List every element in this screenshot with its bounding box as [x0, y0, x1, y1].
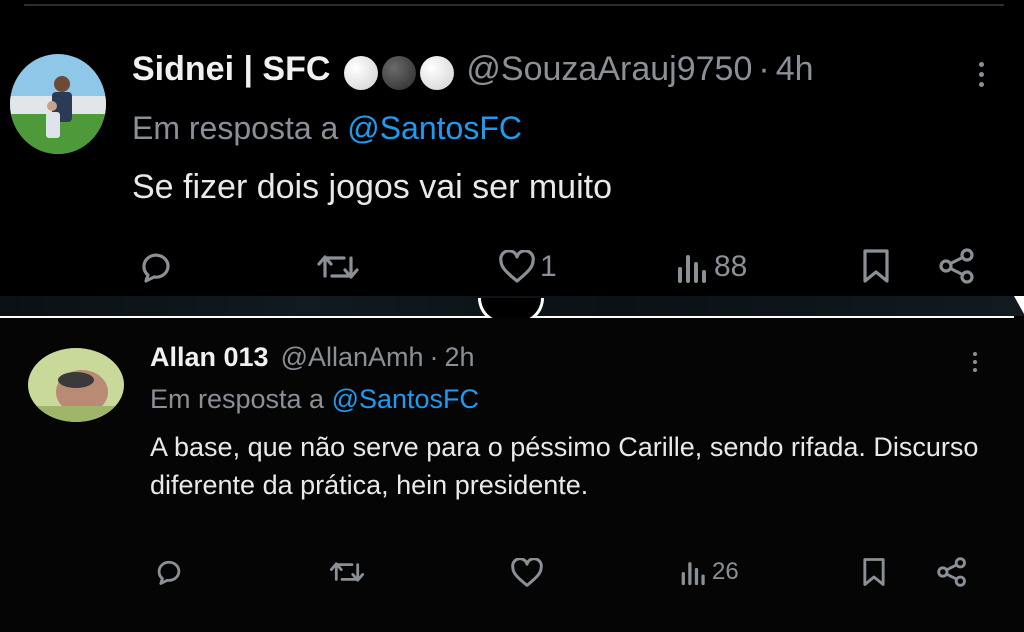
like-count: 1	[540, 250, 557, 283]
reply-prefix: Em resposta a	[150, 384, 325, 414]
emoji-badges	[344, 56, 455, 90]
views-count: 26	[712, 558, 739, 585]
reply-button[interactable]	[138, 250, 178, 284]
repost-button[interactable]	[316, 250, 364, 284]
separator: ·	[429, 342, 439, 372]
reply-button[interactable]	[154, 558, 188, 586]
views-count: 88	[714, 250, 748, 283]
user-handle[interactable]: @AllanAmh	[281, 342, 424, 373]
tweet-allan[interactable]: Allan 013 @AllanAmh · 2h Em resposta a @…	[0, 318, 1024, 632]
avatar[interactable]	[28, 348, 124, 422]
tweet-header: Allan 013 @AllanAmh · 2h	[150, 342, 475, 380]
user-handle[interactable]: @SouzaArauj9750	[466, 50, 752, 89]
display-name[interactable]: Sidnei | SFC	[132, 50, 330, 89]
heart-icon	[511, 558, 543, 587]
white-circle-icon	[420, 56, 455, 90]
tweet-text: A base, que não serve para o péssimo Car…	[150, 432, 979, 500]
bookmark-button[interactable]	[862, 557, 886, 587]
separator: ·	[758, 50, 770, 88]
share-button[interactable]	[938, 248, 976, 284]
divider-corner	[1014, 296, 1024, 314]
repost-button[interactable]	[328, 558, 370, 586]
views-icon	[678, 255, 706, 283]
display-name[interactable]: Allan 013	[150, 342, 269, 373]
reply-prefix: Em resposta a	[132, 110, 339, 146]
tweet-text: Se fizer dois jogos vai ser muito	[132, 168, 612, 206]
reply-context: Em resposta a @SantosFC	[150, 384, 479, 415]
avatar[interactable]	[10, 54, 106, 154]
bookmark-button[interactable]	[862, 248, 890, 284]
bookmark-icon	[863, 558, 885, 586]
views-button[interactable]: 26	[680, 558, 739, 586]
white-circle-icon	[344, 56, 379, 90]
heart-icon	[499, 250, 535, 283]
like-button[interactable]: 1	[498, 250, 557, 284]
share-icon	[937, 557, 966, 587]
tweet-header: Sidnei | SFC @SouzaArauj9750 · 4h	[132, 50, 814, 96]
timestamp[interactable]: 4h	[776, 50, 814, 89]
like-button[interactable]	[510, 558, 548, 588]
tweet-sidnei[interactable]: Sidnei | SFC @SouzaArauj9750 · 4h Em res…	[0, 0, 1024, 300]
views-icon	[681, 562, 705, 586]
reply-icon	[157, 560, 181, 585]
share-button[interactable]	[936, 557, 968, 587]
timestamp[interactable]: 2h	[445, 342, 475, 373]
repost-icon	[329, 562, 365, 582]
repost-icon	[317, 255, 359, 279]
share-icon	[939, 248, 974, 284]
reply-mention[interactable]: @SantosFC	[347, 110, 522, 146]
views-button[interactable]: 88	[676, 250, 747, 284]
divider	[0, 296, 1024, 324]
black-circle-icon	[382, 56, 417, 90]
reply-icon	[142, 253, 170, 283]
more-icon[interactable]	[976, 62, 986, 87]
bookmark-icon	[863, 249, 889, 283]
reply-context: Em resposta a @SantosFC	[132, 110, 522, 147]
reply-mention[interactable]: @SantosFC	[332, 384, 479, 414]
more-icon[interactable]	[970, 352, 980, 372]
